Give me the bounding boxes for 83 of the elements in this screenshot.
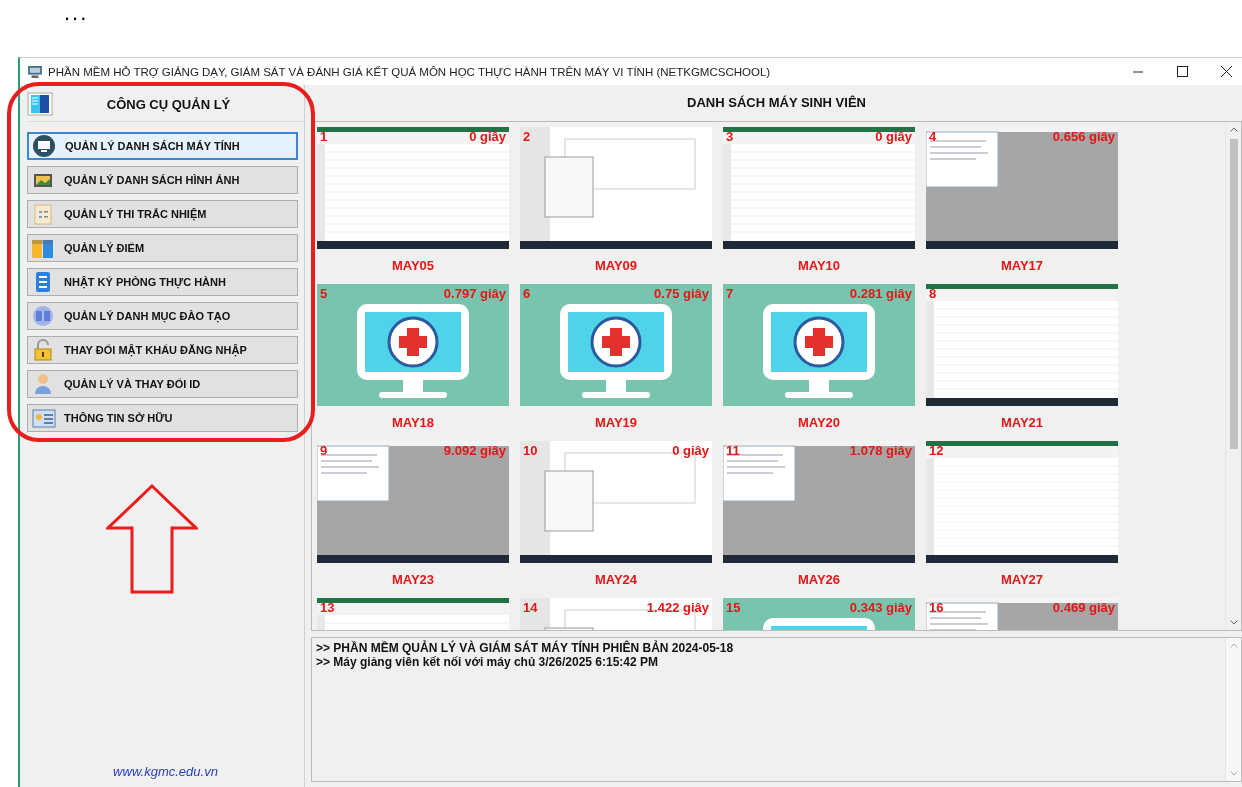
machine-number: 8 <box>929 286 937 301</box>
menu-button[interactable]: THAY ĐỔI MẬT KHẨU ĐĂNG NHẬP <box>27 336 298 364</box>
machine-name: MAY18 <box>390 415 436 430</box>
calendar-icon <box>32 237 56 259</box>
response-time: 0 giây <box>875 129 912 144</box>
window-title: PHẦN MỀM HỖ TRỢ GIẢNG DẠY, GIÁM SÁT VÀ ĐÁNH GIÁ KẾT QUẢ MÔN HỌC THỰC HÀNH TRÊN MÁY VI TÍNH (NETKGMCSCHOOL) <box>48 65 771 78</box>
response-time: 0.469 giây <box>1052 600 1115 615</box>
machine-name: MAY17 <box>999 258 1045 273</box>
menu-button[interactable]: QUẢN LÝ DANH SÁCH MÁY TÍNH <box>27 132 298 160</box>
machine-name: MAY23 <box>390 572 436 587</box>
response-time: 0.797 giây <box>443 286 506 301</box>
machine-name: MAY05 <box>390 258 436 273</box>
monitor-icon <box>33 135 57 157</box>
machine-name: MAY27 <box>999 572 1045 587</box>
chevron-down-icon[interactable] <box>1229 620 1238 625</box>
menu-button[interactable]: QUẢN LÝ DANH SÁCH HÌNH ẢNH <box>27 166 298 194</box>
screen-thumbnail[interactable]: 9 9.092 giây <box>317 441 509 563</box>
machine-number: 9 <box>320 443 328 458</box>
chevron-up-icon[interactable] <box>1229 643 1238 648</box>
machine-number: 10 <box>523 443 538 458</box>
response-time: 0.343 giây <box>849 600 912 615</box>
machine-name: MAY09 <box>593 258 639 273</box>
menu-button[interactable]: THÔNG TIN SỞ HỮU <box>27 404 298 432</box>
response-time: 1.422 giây <box>646 600 709 615</box>
response-time: 0.75 giây <box>654 286 709 301</box>
screen-thumbnail[interactable]: 10 0 giây <box>520 441 712 563</box>
log-line: >> PHẦN MỀM QUẢN LÝ VÀ GIÁM SÁT MÁY TÍNH PHIÊN BẢN 2024-05-18 <box>316 641 735 655</box>
menu-button[interactable]: QUẢN LÝ THI TRẮC NHIỆM <box>27 200 298 228</box>
screen-thumbnail[interactable]: 11 1.078 giây <box>723 441 915 563</box>
response-time: 0 giây <box>469 129 506 144</box>
scrollbar[interactable] <box>1225 638 1241 781</box>
menu-button[interactable]: QUẢN LÝ VÀ THAY ĐỔI ID <box>27 370 298 398</box>
machine-number: 14 <box>523 600 538 615</box>
log-line: >> Máy giảng viên kết nối với máy chủ 3/26/2025 6:15:42 PM <box>316 655 660 669</box>
machine-name: MAY21 <box>999 415 1045 430</box>
response-time: 1.078 giây <box>849 443 912 458</box>
machine-number: 2 <box>523 129 531 144</box>
website-link[interactable]: www.kgmc.edu.vn <box>113 764 218 779</box>
machine-number: 7 <box>726 286 734 301</box>
screen-thumbnail[interactable]: 4 0.656 giây <box>926 127 1118 249</box>
machine-name: MAY24 <box>593 572 639 587</box>
up-arrow-icon <box>106 484 198 594</box>
machine-number: 15 <box>726 600 741 615</box>
machine-name: MAY20 <box>796 415 842 430</box>
machine-name: MAY10 <box>796 258 842 273</box>
screen-thumbnail[interactable]: 1 0 giây <box>317 127 509 249</box>
menu-button[interactable]: NHẬT KÝ PHÒNG THỰC HÀNH <box>27 268 298 296</box>
menu-button[interactable]: QUẢN LÝ ĐIỂM <box>27 234 298 262</box>
close-icon[interactable] <box>1221 66 1232 77</box>
screen-thumbnail[interactable]: 3 0 giây <box>723 127 915 249</box>
panel-title: CÔNG CỤ QUẢN LÝ <box>105 96 232 112</box>
panel-icon <box>27 92 53 116</box>
machine-number: 12 <box>929 443 944 458</box>
machine-number: 11 <box>726 443 740 458</box>
chevron-up-icon[interactable] <box>1229 127 1238 132</box>
machine-number: 5 <box>320 286 328 301</box>
response-time: 0 giây <box>672 443 709 458</box>
machine-name: MAY19 <box>593 415 639 430</box>
screen-thumbnail[interactable]: 2 <box>520 127 712 249</box>
response-time: 0.656 giây <box>1052 129 1115 144</box>
menu-button[interactable]: QUẢN LÝ DANH MỤC ĐÀO TẠO <box>27 302 298 330</box>
machine-number: 3 <box>726 129 734 144</box>
machine-number: 6 <box>523 286 531 301</box>
section-title: DANH SÁCH MÁY SINH VIÊN <box>686 94 867 112</box>
screen-thumbnail[interactable]: 13 <box>317 598 509 630</box>
screen-thumbnail[interactable]: 12 <box>926 441 1118 563</box>
machine-number: 13 <box>320 600 335 615</box>
screen-thumbnail[interactable]: 8 <box>926 284 1118 406</box>
id-card-icon <box>32 407 56 429</box>
screen-thumbnail[interactable]: 14 1.422 giây <box>520 598 712 630</box>
machine-number: 1 <box>320 129 328 144</box>
machine-number: 16 <box>929 600 944 615</box>
screen-thumbnail[interactable]: 16 0.469 giây <box>926 598 1118 630</box>
maximize-icon[interactable] <box>1177 66 1188 77</box>
machine-number: 4 <box>929 129 937 144</box>
book-icon <box>32 305 56 327</box>
chevron-down-icon[interactable] <box>1229 771 1238 776</box>
response-time: 9.092 giây <box>443 443 506 458</box>
scrollbar[interactable] <box>1225 122 1241 630</box>
response-time: 0.281 giây <box>849 286 912 301</box>
app-icon <box>28 65 42 78</box>
machine-name: MAY26 <box>796 572 842 587</box>
more-menu[interactable]: ... <box>0 0 104 40</box>
